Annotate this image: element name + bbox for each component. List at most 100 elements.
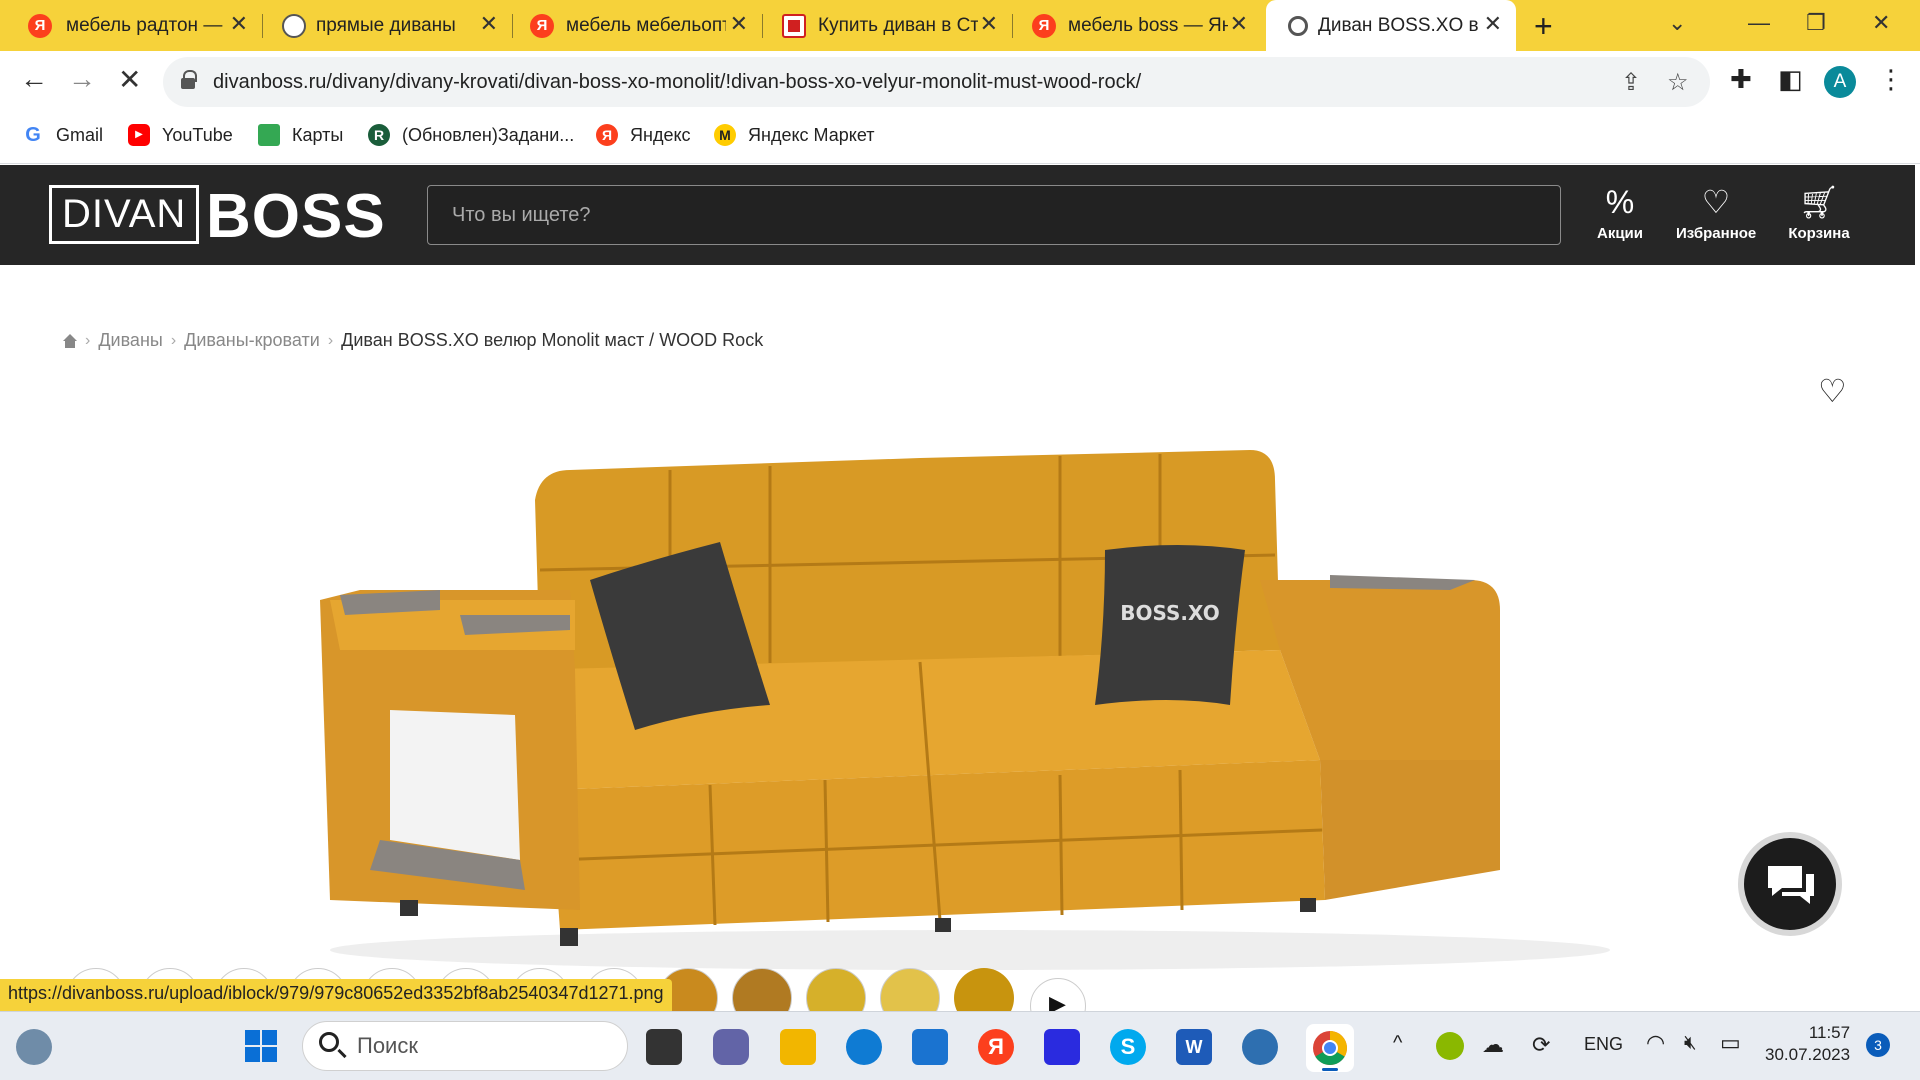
cart-icon: 🛒︎: [1798, 184, 1840, 220]
breadcrumb: › Диваны › Диваны-кровати › Диван BOSS.X…: [63, 330, 763, 351]
logo-boss[interactable]: BOSS: [206, 181, 386, 252]
edge-icon[interactable]: [846, 1029, 882, 1065]
close-icon[interactable]: ✕: [230, 11, 248, 37]
file-explorer-icon[interactable]: [780, 1029, 816, 1065]
chrome-icon-active[interactable]: [1306, 1024, 1354, 1072]
restore-icon[interactable]: ❐: [1806, 10, 1826, 36]
bookmark-maps[interactable]: Карты: [258, 124, 343, 146]
extensions-icon[interactable]: ✚: [1730, 64, 1752, 95]
search-placeholder: Поиск: [357, 1033, 418, 1058]
promo-button[interactable]: % Акции: [1594, 185, 1646, 242]
close-window-icon[interactable]: ✕: [1872, 10, 1890, 36]
add-to-favorites-heart-icon[interactable]: ♡: [1818, 372, 1847, 410]
share-icon[interactable]: ⇪: [1621, 68, 1641, 97]
store-icon[interactable]: [912, 1029, 948, 1065]
breadcrumb-item[interactable]: Диваны-кровати: [184, 330, 320, 351]
close-icon[interactable]: ✕: [980, 11, 998, 37]
bookmark-label: Gmail: [56, 124, 104, 145]
bookmark-task[interactable]: R (Обновлен)Задани...: [368, 124, 574, 146]
lock-icon[interactable]: [181, 70, 197, 90]
yandex-icon: Я: [530, 14, 554, 38]
bookmark-gmail[interactable]: G Gmail: [22, 124, 103, 146]
close-icon[interactable]: ✕: [480, 11, 498, 37]
skype-icon[interactable]: S: [1110, 1029, 1146, 1065]
windows-start-icon[interactable]: [244, 1029, 278, 1063]
word-icon[interactable]: W: [1176, 1029, 1212, 1065]
bookmark-yandex-market[interactable]: М Яндекс Маркет: [714, 124, 874, 146]
bookmarks-bar: G Gmail ▶ YouTube Карты R (Обновлен)Зада…: [0, 114, 1920, 164]
tab-6-active[interactable]: Диван BOSS.XO ве ✕: [1266, 0, 1516, 51]
tab-5[interactable]: Я мебель boss — Янд ✕: [1012, 0, 1262, 51]
side-panel-icon[interactable]: ◧: [1778, 64, 1803, 95]
tab-title: Диван BOSS.XO ве: [1318, 15, 1478, 36]
yandex-market-icon: М: [714, 124, 736, 146]
google-icon: G: [22, 124, 44, 146]
close-icon[interactable]: ✕: [730, 11, 748, 37]
tab-4[interactable]: Купить диван в Ст ✕: [762, 0, 1012, 51]
r-icon: R: [368, 124, 390, 146]
promo-label: Акции: [1596, 225, 1643, 242]
breadcrumb-item[interactable]: Диваны: [98, 330, 163, 351]
bookmark-label: (Обновлен)Задани...: [402, 124, 575, 145]
minimize-icon[interactable]: —: [1748, 10, 1770, 36]
close-icon[interactable]: ✕: [1230, 11, 1248, 37]
onedrive-icon[interactable]: ☁: [1482, 1032, 1504, 1058]
app-icon[interactable]: [1242, 1029, 1278, 1065]
sofa-leg: [935, 918, 951, 932]
tab-strip: Я мебель радтон — Я ✕ прямые диваны ✕ Я …: [0, 0, 1920, 51]
wifi-icon[interactable]: ◠: [1646, 1030, 1665, 1056]
yandex-icon: Я: [1032, 14, 1056, 38]
bookmark-youtube[interactable]: ▶ YouTube: [128, 124, 233, 146]
app-icon[interactable]: [1044, 1029, 1080, 1065]
armrest-wood-top-right: [1330, 575, 1475, 590]
heart-icon: ♡: [1701, 184, 1731, 220]
language-indicator[interactable]: ENG: [1584, 1034, 1623, 1055]
tab-3[interactable]: Я мебель мебельопт ✕: [512, 0, 762, 51]
close-icon[interactable]: ✕: [1484, 11, 1502, 37]
teams-icon[interactable]: [713, 1029, 749, 1065]
tab-2[interactable]: прямые диваны ✕: [262, 0, 512, 51]
globe-icon: [282, 14, 306, 38]
link-status-bar: https://divanboss.ru/upload/iblock/979/9…: [0, 979, 672, 1011]
breadcrumb-current: Диван BOSS.XO велюр Monolit маст / WOOD …: [341, 330, 764, 350]
home-icon[interactable]: [63, 333, 77, 348]
product-image[interactable]: BOSS.XO: [300, 430, 1640, 970]
url-text[interactable]: divanboss.ru/divany/divany-krovati/divan…: [213, 71, 1141, 94]
tab-search-icon[interactable]: ⌄: [1668, 10, 1686, 36]
clock-time: 11:57: [1808, 1023, 1851, 1042]
logo[interactable]: DIVAN: [49, 185, 200, 244]
forward-icon[interactable]: →: [68, 63, 96, 95]
new-tab-button[interactable]: +: [1534, 8, 1553, 45]
volume-muted-icon[interactable]: 🔇︎: [1684, 1032, 1697, 1055]
menu-icon[interactable]: ⋮: [1878, 64, 1904, 95]
favorites-button[interactable]: ♡ Избранное: [1676, 185, 1756, 242]
maps-icon: [258, 124, 280, 146]
sync-icon[interactable]: ⟳: [1532, 1032, 1550, 1058]
back-icon[interactable]: ←: [20, 63, 48, 95]
site-search-input[interactable]: Что вы ищете?: [427, 185, 1561, 245]
windows-search-input[interactable]: Поиск: [302, 1021, 628, 1071]
address-bar[interactable]: divanboss.ru/divany/divany-krovati/divan…: [163, 57, 1710, 107]
bookmark-star-icon[interactable]: ☆: [1667, 68, 1689, 97]
tray-app-icon[interactable]: [1436, 1032, 1464, 1060]
windows-taskbar: Поиск Я S W ^ ☁ ⟳ ENG ◠ 🔇︎ ▭ 11:57 30.07…: [0, 1011, 1920, 1080]
cart-label: Корзина: [1788, 225, 1850, 242]
profile-avatar[interactable]: A: [1824, 66, 1856, 98]
tab-title: мебель boss — Янд: [1068, 15, 1228, 36]
sofa-leg: [400, 900, 418, 916]
tab-title: Купить диван в Ст: [818, 15, 978, 36]
chat-button[interactable]: [1738, 832, 1842, 936]
chevron-up-icon[interactable]: ^: [1393, 1032, 1402, 1055]
cart-button[interactable]: 🛒︎ Корзина: [1786, 185, 1852, 242]
tab-1[interactable]: Я мебель радтон — Я ✕: [0, 0, 262, 51]
pillow-right: [1095, 545, 1245, 705]
task-view-icon[interactable]: [646, 1029, 682, 1065]
weather-icon[interactable]: [16, 1029, 52, 1065]
battery-icon[interactable]: ▭: [1720, 1030, 1741, 1056]
yandex-browser-icon[interactable]: Я: [978, 1029, 1014, 1065]
chat-icon: [1768, 866, 1814, 904]
notification-badge[interactable]: 3: [1866, 1033, 1890, 1057]
stop-icon[interactable]: ✕: [118, 63, 141, 96]
clock[interactable]: 11:57 30.07.2023: [1765, 1022, 1850, 1066]
bookmark-yandex[interactable]: Я Яндекс: [596, 124, 691, 146]
